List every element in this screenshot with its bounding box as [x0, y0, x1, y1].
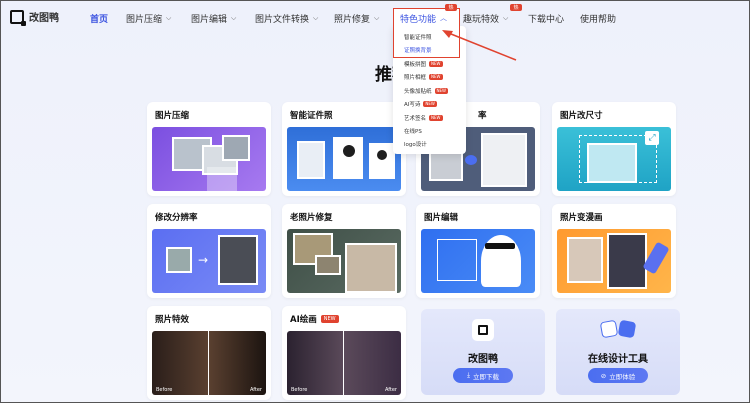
card-photo-effects[interactable]: 照片特效 Before After: [147, 306, 271, 400]
chevron-down-icon: ⌵: [313, 14, 319, 22]
card-title: 照片变漫画: [560, 213, 603, 223]
chevron-up-icon: ︿: [440, 14, 448, 22]
arrow-right-icon: →: [198, 253, 209, 267]
hot-badge: 热: [445, 4, 457, 11]
card-resize[interactable]: 图片改尺寸 ⤢: [552, 102, 676, 196]
app-logo-icon: [472, 319, 494, 341]
card-image: [152, 127, 266, 191]
download-icon: ⤓: [467, 371, 470, 379]
card-title: 智能证件照: [290, 111, 333, 121]
card-title: AI绘画: [290, 315, 317, 325]
nav-home[interactable]: 首页: [90, 12, 108, 25]
card-change-resolution[interactable]: 修改分辨率 →: [147, 204, 271, 298]
card-image: [287, 229, 401, 293]
before-label: Before: [291, 387, 308, 393]
card-image: Before After: [287, 331, 401, 395]
hot-badge: 热: [510, 4, 522, 11]
brand-logo[interactable]: 改图鸭: [10, 9, 59, 26]
card-image: Before After: [152, 331, 266, 395]
nav-edit[interactable]: 图片编辑 ⌵: [191, 12, 236, 25]
promo-app-download: 改图鸭 ⤓ 立即下载: [421, 309, 545, 395]
card-image: [287, 127, 401, 191]
card-title: 照片特效: [155, 315, 190, 325]
card-title: 老照片修复: [290, 213, 333, 223]
new-badge: NEW: [429, 74, 443, 80]
promo-title: 改图鸭: [468, 354, 498, 365]
dropdown-item-online-ps[interactable]: 在线PS: [404, 127, 422, 135]
dropdown-item-template-collage[interactable]: 模板拼图 NEW: [404, 60, 443, 68]
expand-icon: ⤢: [645, 131, 659, 145]
download-button[interactable]: ⤓ 立即下载: [453, 368, 513, 383]
nav-fun[interactable]: 趣玩特效 ⌵: [463, 12, 508, 25]
design-tool-logo-icon: [599, 317, 637, 341]
card-image: →: [152, 229, 266, 293]
new-badge: NEW: [320, 315, 339, 323]
nav-convert[interactable]: 图片文件转换 ⌵: [255, 12, 318, 25]
new-badge: NEW: [429, 115, 443, 121]
nav-download[interactable]: 下载中心: [528, 12, 564, 25]
chevron-down-icon: ⌵: [503, 14, 509, 22]
card-image: [421, 229, 535, 293]
chevron-down-icon: ⌵: [374, 14, 380, 22]
before-label: Before: [156, 387, 173, 393]
card-image: ⤢: [557, 127, 671, 191]
annotation-arrow-icon: [442, 30, 517, 61]
card-image: [557, 229, 671, 293]
dropdown-item-photo-frame[interactable]: 照片相框 NEW: [404, 73, 443, 81]
chevron-down-icon: ⌵: [166, 14, 172, 22]
card-old-photo[interactable]: 老照片修复: [282, 204, 406, 298]
card-ai-draw[interactable]: AI绘画 NEW Before After: [282, 306, 406, 400]
after-label: After: [249, 387, 262, 393]
new-badge: NEW: [434, 88, 448, 94]
after-label: After: [384, 387, 397, 393]
try-now-button[interactable]: ⊘ 立即体验: [588, 368, 648, 383]
nav-compress[interactable]: 图片压缩 ⌵: [126, 12, 171, 25]
download-button-label: 立即下载: [472, 372, 499, 381]
card-image-edit[interactable]: 图片编辑: [416, 204, 540, 298]
dropdown-item-bg-change[interactable]: 证照换背景: [404, 46, 432, 54]
card-title: 图片压缩: [155, 111, 190, 121]
dropdown-item-id-photo[interactable]: 智能证件照: [404, 33, 432, 41]
logo-mark-icon: [10, 9, 26, 26]
card-compress[interactable]: 图片压缩: [147, 102, 271, 196]
new-badge: NEW: [423, 101, 437, 107]
dropdown-item-sticker[interactable]: 头像加贴纸 NEW: [404, 87, 448, 95]
card-title: 修改分辨率: [155, 213, 198, 223]
card-cartoon[interactable]: 照片变漫画: [552, 204, 676, 298]
promo-design-tool: 在线设计工具 ⊘ 立即体验: [556, 309, 680, 395]
chevron-down-icon: ⌵: [231, 14, 237, 22]
nav-repair[interactable]: 照片修复 ⌵: [334, 12, 379, 25]
card-title-wrap: AI绘画 NEW: [290, 313, 339, 325]
nav-help[interactable]: 使用帮助: [580, 12, 616, 25]
dropdown-item-logo[interactable]: logo设计: [404, 140, 427, 148]
card-title: 图片编辑: [424, 213, 459, 223]
dropdown-item-signature[interactable]: 艺术签名 NEW: [404, 114, 443, 122]
card-id-photo[interactable]: 智能证件照: [282, 102, 406, 196]
promo-title: 在线设计工具: [588, 354, 648, 365]
nav-special-label: 特色功能: [400, 14, 437, 25]
card-title: 图片改尺寸: [560, 111, 603, 121]
link-icon: ⊘: [600, 371, 607, 380]
top-nav: 改图鸭 首页 图片压缩 ⌵ 图片编辑 ⌵ 图片文件转换 ⌵ 照片修复 ⌵ 趣玩特效 ⌵ 下…: [0, 0, 750, 36]
card-title: 率: [478, 111, 487, 121]
try-now-button-label: 立即体验: [609, 372, 636, 381]
dropdown-item-ai-poem[interactable]: AI写诗 NEW: [404, 100, 437, 108]
brand-name: 改图鸭: [29, 13, 59, 24]
